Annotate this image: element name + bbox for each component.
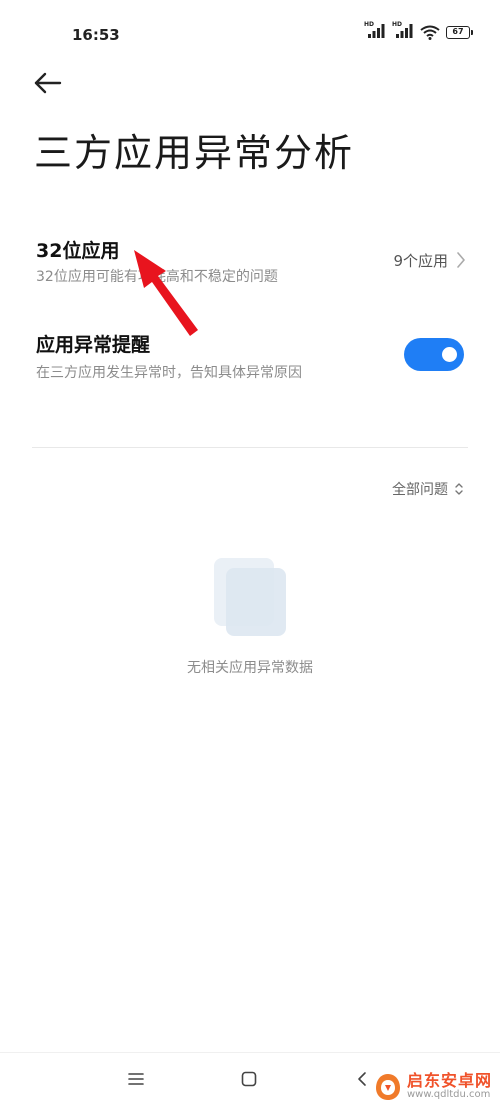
home-icon[interactable] xyxy=(241,1071,257,1087)
chevron-right-icon xyxy=(457,252,465,268)
row-anomaly-alert-subtitle: 在三方应用发生异常时，告知具体异常原因 xyxy=(36,365,302,381)
empty-state-text: 无相关应用异常数据 xyxy=(187,660,313,676)
arrow-left-icon xyxy=(34,72,62,94)
row-32bit-apps-title: 32位应用 xyxy=(36,240,120,262)
watermark-url: www.qdltdu.com xyxy=(406,1089,491,1101)
back-button[interactable] xyxy=(28,66,68,100)
battery-icon: 67 xyxy=(446,25,473,39)
status-icons: HD HD 67 xyxy=(364,21,473,40)
back-icon[interactable] xyxy=(356,1071,368,1087)
hd-signal-icon: HD xyxy=(392,21,414,40)
red-arrow-icon xyxy=(134,250,198,336)
watermark: 启东安卓网 www.qdltdu.com xyxy=(373,1072,492,1102)
row-32bit-apps[interactable]: 32位应用 32位应用可能有功耗高和不稳定的问题 9个应用 xyxy=(0,232,500,294)
filter-label: 全部问题 xyxy=(392,482,448,498)
page-title: 三方应用异常分析 xyxy=(34,131,355,175)
section-divider xyxy=(32,447,468,448)
status-bar: 16:53 HD HD 67 xyxy=(0,0,500,60)
anomaly-alert-toggle[interactable] xyxy=(404,338,464,371)
row-anomaly-alert: 应用异常提醒 在三方应用发生异常时，告知具体异常原因 xyxy=(0,328,500,390)
screen: 16:53 HD HD 67 三方应用异常分析 32位应用 9个应用 应用异常提… xyxy=(0,0,500,1111)
watermark-text: 启东安卓网 www.qdltdu.com xyxy=(407,1073,492,1100)
sort-chevron-icon xyxy=(455,483,463,495)
hd-signal-icon: HD xyxy=(364,21,386,40)
row-32bit-apps-count: 9个应用 xyxy=(393,252,448,270)
watermark-name: 启东安卓网 xyxy=(406,1071,492,1091)
watermark-logo-icon xyxy=(375,1074,400,1100)
menu-icon[interactable] xyxy=(128,1071,144,1087)
status-time: 16:53 xyxy=(72,26,120,44)
toggle-knob xyxy=(442,347,457,362)
wifi-icon xyxy=(420,25,440,40)
filter-dropdown[interactable]: 全部问题 xyxy=(392,479,464,499)
empty-document-icon xyxy=(214,558,286,636)
